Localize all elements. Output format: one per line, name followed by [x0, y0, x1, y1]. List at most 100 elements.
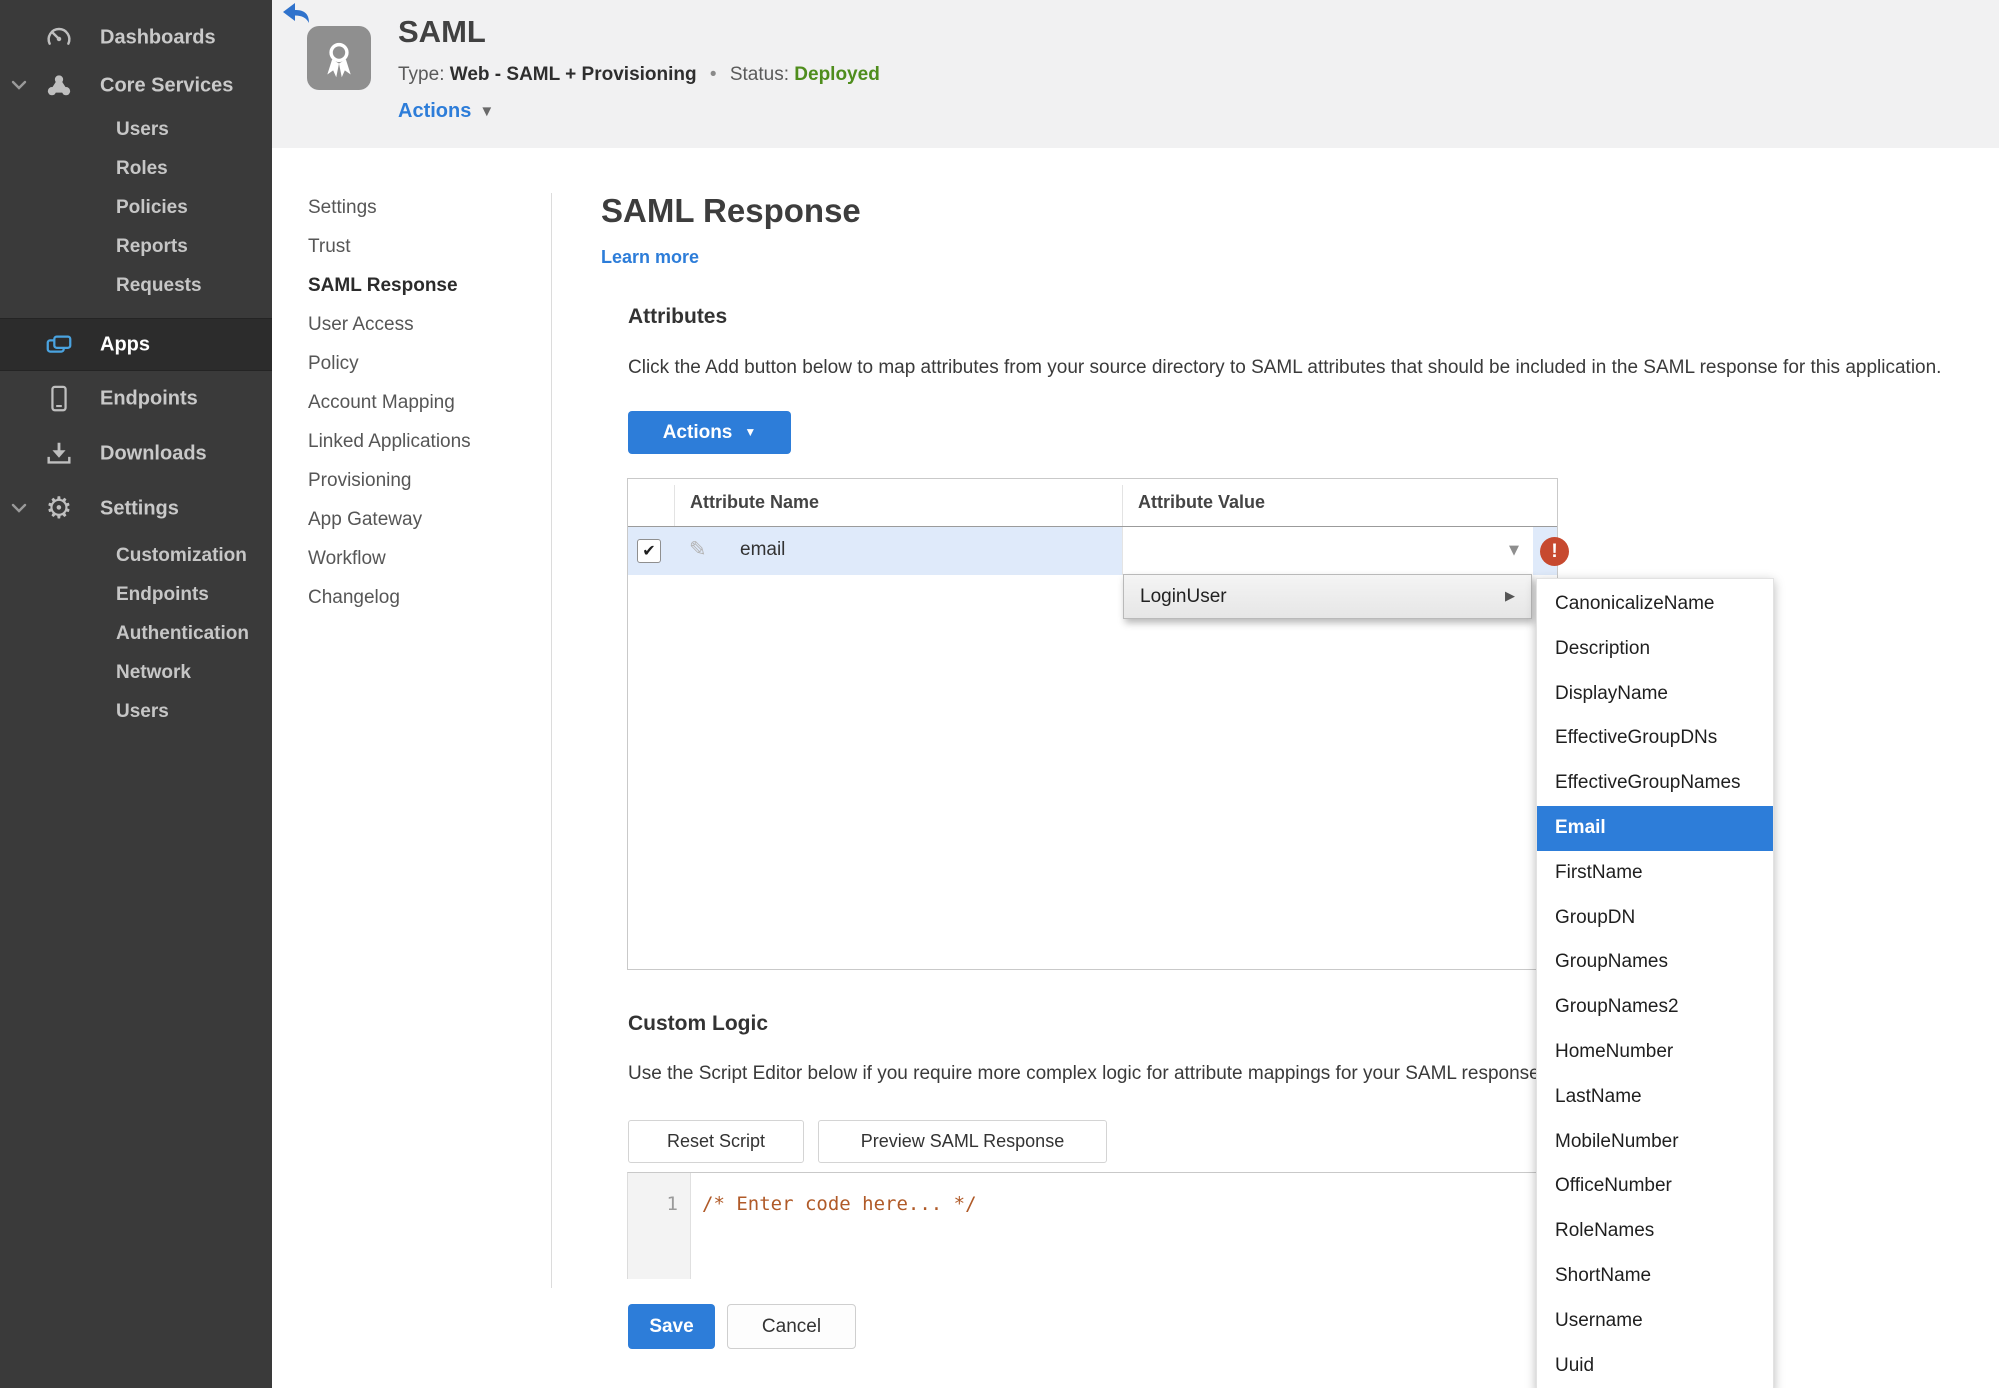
sidebar-item-reports[interactable]: Reports [0, 227, 272, 266]
tab-app-gateway[interactable]: App Gateway [308, 500, 538, 539]
submenu-item[interactable]: GroupNames2 [1537, 985, 1773, 1030]
attributes-heading: Attributes [628, 305, 728, 328]
tab-workflow[interactable]: Workflow [308, 539, 538, 578]
column-header-attribute-value: Attribute Value [1138, 492, 1266, 512]
submenu-item[interactable]: FirstName [1537, 851, 1773, 896]
submenu-item[interactable]: EffectiveGroupNames [1537, 761, 1773, 806]
meta-separator: • [709, 64, 717, 85]
chevron-down-icon[interactable] [11, 500, 27, 518]
save-button[interactable]: Save [628, 1304, 715, 1349]
type-label: Type: [398, 64, 445, 85]
submenu-item[interactable]: EffectiveGroupDNs [1537, 716, 1773, 761]
tab-provisioning[interactable]: Provisioning [308, 461, 538, 500]
award-ribbon-icon [307, 26, 371, 90]
sidebar-item-settings[interactable]: ⚙ Settings [0, 481, 272, 536]
sidebar-item-label: Settings [100, 497, 179, 519]
tab-user-access[interactable]: User Access [308, 305, 538, 344]
tab-trust[interactable]: Trust [308, 227, 538, 266]
cancel-button[interactable]: Cancel [727, 1304, 856, 1349]
sidebar-item-network[interactable]: Network [0, 653, 272, 692]
custom-logic-heading: Custom Logic [628, 1012, 768, 1035]
tab-settings[interactable]: Settings [308, 188, 538, 227]
submenu-item[interactable]: CanonicalizeName [1537, 582, 1773, 627]
editor-gutter: 1 [628, 1173, 691, 1279]
tab-policy[interactable]: Policy [308, 344, 538, 383]
submenu-item[interactable]: GroupNames [1537, 940, 1773, 985]
tab-changelog[interactable]: Changelog [308, 578, 538, 617]
submenu-item[interactable]: Username [1537, 1299, 1773, 1344]
sidebar-item-dashboards[interactable]: Dashboards [0, 14, 272, 62]
app-header: SAML Type: Web - SAML + Provisioning • S… [272, 0, 1999, 148]
table-row[interactable]: ✔ ✎ email ▼ ! [628, 527, 1569, 575]
editor-code: /* Enter code here... */ [702, 1193, 977, 1215]
nav-divider [551, 193, 552, 1288]
table-header: Attribute Name Attribute Value [628, 479, 1557, 527]
submenu-item[interactable]: Uuid [1537, 1344, 1773, 1388]
error-icon: ! [1540, 537, 1569, 566]
content-area: Settings Trust SAML Response User Access… [272, 148, 1999, 1388]
chevron-down-icon[interactable] [11, 77, 27, 95]
submenu-item[interactable]: MobileNumber [1537, 1120, 1773, 1165]
sidebar-item-label: Downloads [100, 442, 207, 464]
download-icon [42, 437, 76, 471]
sidebar-item-customization[interactable]: Customization [0, 536, 272, 575]
sidebar-item-authentication[interactable]: Authentication [0, 614, 272, 653]
line-number: 1 [666, 1193, 678, 1215]
script-editor[interactable]: 1 /* Enter code here... */ [627, 1172, 1543, 1279]
edit-pencil-icon[interactable]: ✎ [689, 537, 707, 561]
submenu-item[interactable]: ShortName [1537, 1254, 1773, 1299]
header-actions-menu[interactable]: Actions ▼ [398, 100, 494, 123]
submenu-item[interactable]: OfficeNumber [1537, 1164, 1773, 1209]
value-menu-loginuser[interactable]: LoginUser ▶ [1123, 574, 1532, 619]
attribute-value-dropdown[interactable]: ▼ [1122, 527, 1533, 575]
submenu-item[interactable]: RoleNames [1537, 1209, 1773, 1254]
submenu-item-email-selected[interactable]: Email [1537, 805, 1773, 851]
sidebar-item-downloads[interactable]: Downloads [0, 426, 272, 481]
submenu-item[interactable]: GroupDN [1537, 896, 1773, 941]
tablet-icon [42, 382, 76, 416]
caret-down-icon: ▼ [479, 103, 495, 120]
status-label: Status: [729, 64, 789, 85]
app-config-nav: Settings Trust SAML Response User Access… [308, 188, 538, 617]
submenu-item[interactable]: LastName [1537, 1075, 1773, 1120]
attribute-name-cell: email [740, 539, 786, 560]
caret-down-icon: ▼ [744, 424, 757, 439]
sidebar-item-apps[interactable]: Apps [0, 318, 272, 371]
submenu-arrow-icon: ▶ [1505, 589, 1515, 604]
row-checkbox[interactable]: ✔ [637, 539, 661, 563]
attributes-actions-button[interactable]: Actions ▼ [628, 411, 791, 454]
app-window: Dashboards Core Services Users Roles Pol… [0, 0, 1999, 1388]
tab-account-mapping[interactable]: Account Mapping [308, 383, 538, 422]
app-title: SAML [398, 14, 486, 49]
sidebar-item-users-settings[interactable]: Users [0, 692, 272, 731]
attributes-description: Click the Add button below to map attrib… [628, 357, 1942, 378]
sidebar-item-endpoints-settings[interactable]: Endpoints [0, 575, 272, 614]
column-header-attribute-name: Attribute Name [690, 492, 820, 512]
sidebar-item-roles[interactable]: Roles [0, 149, 272, 188]
sidebar-item-label: Core Services [100, 74, 234, 97]
sidebar-item-users[interactable]: Users [0, 110, 272, 149]
sidebar-item-policies[interactable]: Policies [0, 188, 272, 227]
sidebar: Dashboards Core Services Users Roles Pol… [0, 0, 272, 1388]
gauge-icon [42, 21, 76, 55]
app-meta: Type: Web - SAML + Provisioning • Status… [398, 64, 880, 86]
submenu-item[interactable]: Description [1537, 627, 1773, 672]
submenu-item[interactable]: DisplayName [1537, 672, 1773, 717]
sidebar-item-endpoints[interactable]: Endpoints [0, 371, 272, 426]
gear-icon: ⚙ [45, 490, 73, 526]
sidebar-item-label: Dashboards [100, 26, 216, 49]
status-badge: Deployed [794, 64, 880, 85]
value-submenu: CanonicalizeName Description DisplayName… [1536, 578, 1774, 1388]
sidebar-item-label: Apps [100, 333, 150, 355]
tab-saml-response[interactable]: SAML Response [308, 266, 538, 305]
back-arrow-icon[interactable] [282, 2, 312, 26]
tab-linked-applications[interactable]: Linked Applications [308, 422, 538, 461]
preview-saml-response-button[interactable]: Preview SAML Response [818, 1120, 1107, 1163]
sidebar-item-label: Endpoints [100, 387, 198, 409]
sidebar-item-requests[interactable]: Requests [0, 266, 272, 305]
sidebar-item-core-services[interactable]: Core Services [0, 62, 272, 110]
attributes-table: Attribute Name Attribute Value ✔ ✎ email… [627, 478, 1569, 970]
reset-script-button[interactable]: Reset Script [628, 1120, 804, 1163]
submenu-item[interactable]: HomeNumber [1537, 1030, 1773, 1075]
learn-more-link[interactable]: Learn more [601, 247, 699, 268]
